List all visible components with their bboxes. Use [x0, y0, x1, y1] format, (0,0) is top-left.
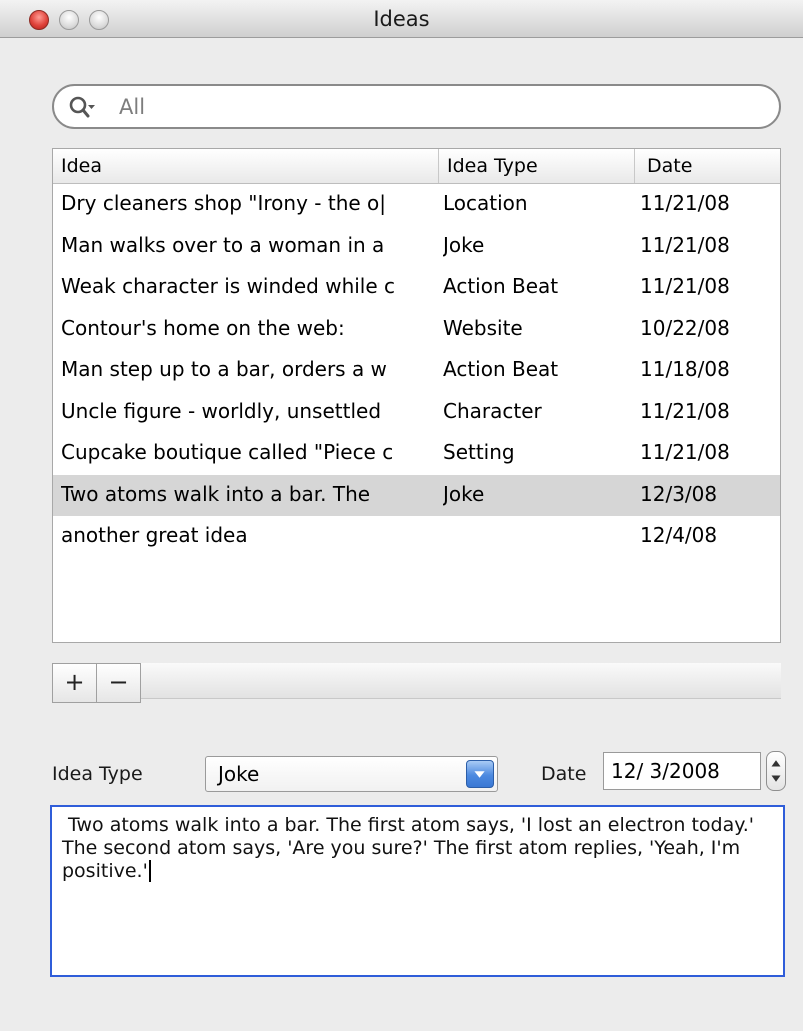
- table-row[interactable]: Contour's home on the web: Website 10/22…: [53, 309, 780, 351]
- date-cell: 11/18/08: [640, 357, 730, 381]
- table-row[interactable]: Weak character is winded while c Action …: [53, 267, 780, 309]
- window-title: Ideas: [373, 7, 430, 31]
- table-row[interactable]: Man step up to a bar, orders a w Action …: [53, 350, 780, 392]
- date-cell: 12/4/08: [640, 523, 718, 547]
- idea-cell: Weak character is winded while c: [61, 274, 396, 298]
- search-input[interactable]: [119, 93, 759, 121]
- idea-cell: Contour's home on the web:: [61, 315, 345, 340]
- idea-type-cell: [443, 516, 633, 558]
- date-cell: 12/3/08: [640, 481, 718, 506]
- date-cell: 11/21/08: [640, 274, 730, 298]
- table-button-bar: + −: [52, 663, 781, 703]
- idea-type-cell: Action Beat: [443, 357, 559, 381]
- date-cell: 10/22/08: [640, 315, 730, 340]
- idea-cell: another great idea: [61, 523, 248, 547]
- table-row[interactable]: Uncle figure - worldly, unsettled Charac…: [53, 392, 780, 434]
- table-body: Dry cleaners shop "Irony - the o| Locati…: [53, 184, 780, 558]
- table-row[interactable]: Man walks over to a woman in a Joke 11/2…: [53, 226, 780, 268]
- date-cell: 11/21/08: [640, 398, 730, 423]
- idea-type-cell: Setting: [443, 440, 515, 464]
- idea-type-cell: Action Beat: [443, 274, 559, 298]
- idea-text-editor[interactable]: Two atoms walk into a bar. The first ato…: [50, 805, 785, 977]
- idea-type-cell: Website: [443, 315, 523, 340]
- date-field[interactable]: 12/ 3/2008: [603, 752, 761, 790]
- idea-type-cell: Character: [443, 398, 542, 423]
- idea-cell: Man step up to a bar, orders a w: [61, 357, 387, 381]
- text-caret: [148, 860, 151, 882]
- idea-cell: Cupcake boutique called "Piece c: [61, 440, 394, 464]
- column-header-idea[interactable]: Idea: [53, 149, 439, 183]
- table-row-selected[interactable]: Two atoms walk into a bar. The Joke 12/3…: [53, 474, 780, 516]
- column-header-date[interactable]: Date: [635, 149, 780, 183]
- idea-type-popup[interactable]: Joke: [205, 756, 498, 792]
- remove-idea-button[interactable]: −: [96, 663, 141, 703]
- idea-type-cell: Joke: [443, 232, 485, 257]
- ideas-table[interactable]: Idea Idea Type Date Dry cleaners shop "I…: [52, 148, 781, 643]
- search-icon[interactable]: [68, 95, 96, 121]
- idea-cell: Uncle figure - worldly, unsettled: [61, 398, 382, 423]
- table-row[interactable]: Dry cleaners shop "Irony - the o| Locati…: [53, 184, 780, 226]
- date-label: Date: [541, 763, 587, 785]
- add-idea-button[interactable]: +: [52, 663, 97, 703]
- idea-type-label: Idea Type: [52, 763, 143, 785]
- idea-cell: Man walks over to a woman in a: [61, 232, 385, 257]
- idea-type-value: Joke: [218, 762, 260, 786]
- ideas-window: Ideas Idea Idea Type Date Dry cleaners s…: [0, 0, 803, 1031]
- column-header-idea-type[interactable]: Idea Type: [439, 149, 635, 183]
- popup-arrow-icon[interactable]: [466, 760, 494, 788]
- idea-type-cell: Location: [443, 191, 528, 215]
- date-stepper[interactable]: [766, 751, 786, 791]
- date-cell: 11/21/08: [640, 191, 730, 215]
- idea-cell: Dry cleaners shop "Irony - the o|: [61, 191, 387, 215]
- idea-cell: Two atoms walk into a bar. The: [61, 481, 371, 506]
- title-bar[interactable]: Ideas: [0, 0, 803, 38]
- table-row[interactable]: Cupcake boutique called "Piece c Setting…: [53, 433, 780, 475]
- date-cell: 11/21/08: [640, 232, 730, 257]
- idea-text: Two atoms walk into a bar. The first ato…: [62, 814, 761, 882]
- search-field[interactable]: [52, 84, 781, 129]
- table-row[interactable]: another great idea 12/4/08: [53, 516, 780, 558]
- idea-type-cell: Joke: [443, 481, 485, 506]
- stepper-arrows-icon[interactable]: [767, 752, 785, 790]
- table-header: Idea Idea Type Date: [53, 149, 780, 184]
- window-bottom-bar: [0, 996, 803, 1031]
- date-cell: 11/21/08: [640, 440, 730, 464]
